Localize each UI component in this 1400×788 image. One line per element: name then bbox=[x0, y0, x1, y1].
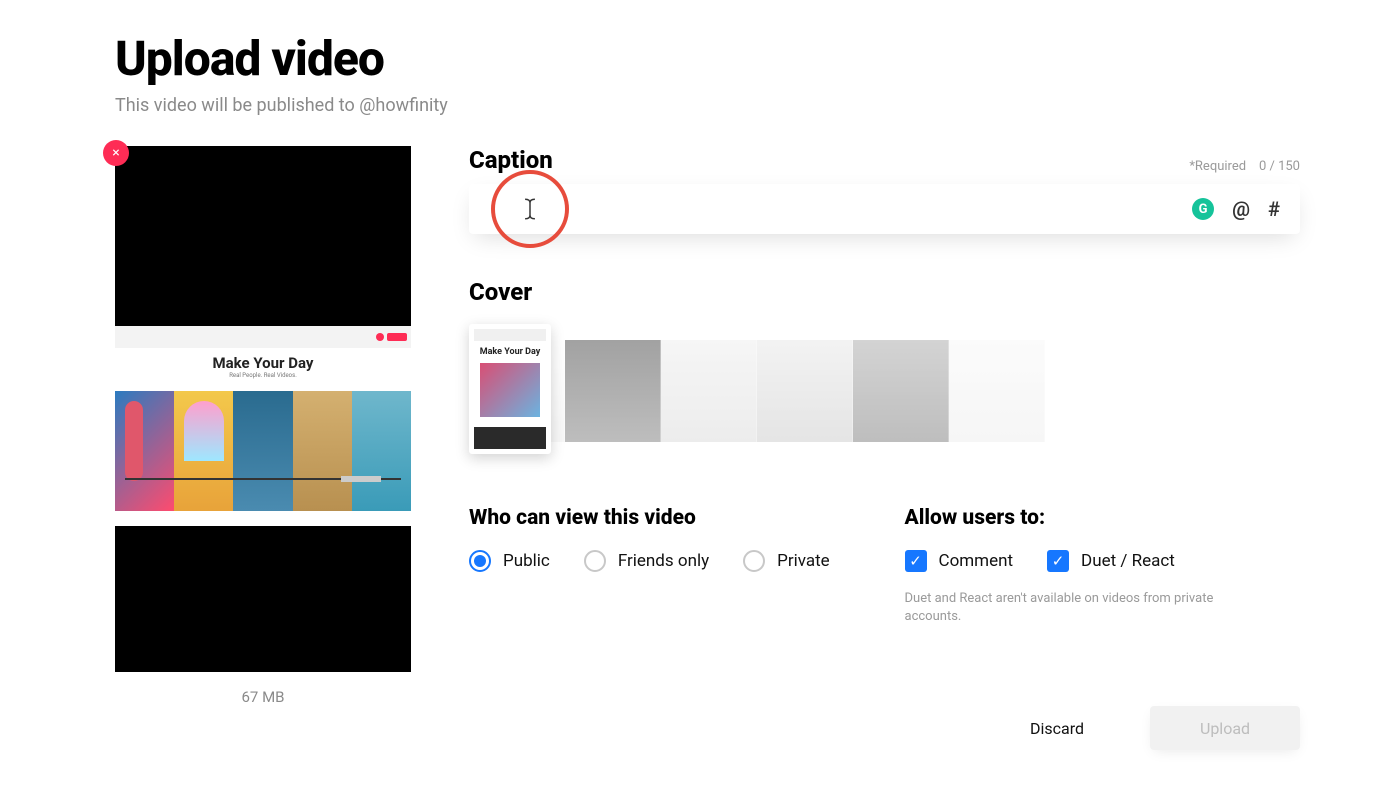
discard-label: Discard bbox=[1030, 719, 1084, 738]
upload-button[interactable]: Upload bbox=[1150, 706, 1300, 750]
cover-frame[interactable] bbox=[949, 340, 1045, 442]
radio-icon bbox=[743, 550, 765, 572]
radio-icon bbox=[584, 550, 606, 572]
close-icon: × bbox=[112, 145, 119, 161]
video-embedded-title: Make Your Day bbox=[115, 354, 411, 372]
annotation-circle bbox=[491, 170, 569, 248]
caption-input[interactable]: G @ # bbox=[469, 184, 1300, 234]
cover-selected-frame[interactable]: Make Your Day bbox=[469, 324, 551, 454]
privacy-option-public[interactable]: Public bbox=[469, 550, 550, 572]
permissions-label: Allow users to: bbox=[905, 506, 1301, 530]
permission-option-comment[interactable]: ✓ Comment bbox=[905, 550, 1014, 572]
cover-frame[interactable] bbox=[661, 340, 757, 442]
cover-frame-track[interactable] bbox=[469, 340, 1300, 442]
page-title: Upload video bbox=[115, 30, 1300, 87]
caption-label: Caption bbox=[469, 146, 553, 174]
permissions-note: Duet and React aren't available on video… bbox=[905, 590, 1245, 626]
permission-option-label: Duet / React bbox=[1081, 551, 1175, 571]
video-tile-strip bbox=[115, 391, 411, 511]
mention-button[interactable]: @ bbox=[1232, 197, 1250, 221]
privacy-label: Who can view this video bbox=[469, 506, 865, 530]
caption-section: Caption *Required 0 / 150 G bbox=[469, 146, 1300, 234]
footer-actions: Discard Upload bbox=[469, 706, 1300, 750]
caption-counter: 0 / 150 bbox=[1259, 159, 1300, 174]
privacy-option-label: Public bbox=[503, 551, 550, 571]
remove-video-button[interactable]: × bbox=[103, 140, 129, 166]
privacy-section: Who can view this video Public Friends o… bbox=[469, 506, 865, 626]
checkbox-icon: ✓ bbox=[1047, 550, 1069, 572]
permissions-section: Allow users to: ✓ Comment ✓ Duet / React… bbox=[905, 506, 1301, 626]
video-progress-bar[interactable] bbox=[125, 478, 401, 480]
cover-frame[interactable] bbox=[565, 340, 661, 442]
cover-frame[interactable] bbox=[757, 340, 853, 442]
privacy-option-label: Friends only bbox=[618, 551, 709, 571]
video-embedded-subtitle: Real People. Real Videos. bbox=[115, 372, 411, 379]
discard-button[interactable]: Discard bbox=[982, 706, 1132, 750]
checkbox-icon: ✓ bbox=[905, 550, 927, 572]
permission-option-duet[interactable]: ✓ Duet / React bbox=[1047, 550, 1175, 572]
upload-label: Upload bbox=[1200, 719, 1250, 738]
permission-option-label: Comment bbox=[939, 551, 1014, 571]
page-subtitle: This video will be published to @howfini… bbox=[115, 95, 1300, 116]
video-frame-content: Make Your Day Real People. Real Videos. bbox=[115, 326, 411, 526]
video-browser-bar bbox=[115, 326, 411, 348]
radio-icon bbox=[469, 550, 491, 572]
video-preview-column: × Make Your Day Real People. Real Videos… bbox=[115, 146, 411, 750]
video-preview[interactable]: Make Your Day Real People. Real Videos. bbox=[115, 146, 411, 672]
cover-section: Cover Make Your Day bbox=[469, 278, 1300, 456]
text-cursor-icon bbox=[521, 198, 539, 220]
cover-frame[interactable] bbox=[853, 340, 949, 442]
caption-meta: *Required 0 / 150 bbox=[1189, 159, 1300, 174]
hashtag-button[interactable]: # bbox=[1268, 197, 1280, 221]
page-header: Upload video This video will be publishe… bbox=[115, 30, 1300, 116]
cover-selector[interactable]: Make Your Day bbox=[469, 324, 1300, 456]
privacy-option-private[interactable]: Private bbox=[743, 550, 830, 572]
privacy-option-label: Private bbox=[777, 551, 830, 571]
caption-required: *Required bbox=[1189, 159, 1246, 174]
cover-label: Cover bbox=[469, 278, 1300, 306]
cover-selected-title: Make Your Day bbox=[474, 347, 546, 357]
file-size-label: 67 MB bbox=[115, 688, 411, 706]
grammarly-icon[interactable]: G bbox=[1192, 198, 1214, 220]
privacy-option-friends[interactable]: Friends only bbox=[584, 550, 709, 572]
